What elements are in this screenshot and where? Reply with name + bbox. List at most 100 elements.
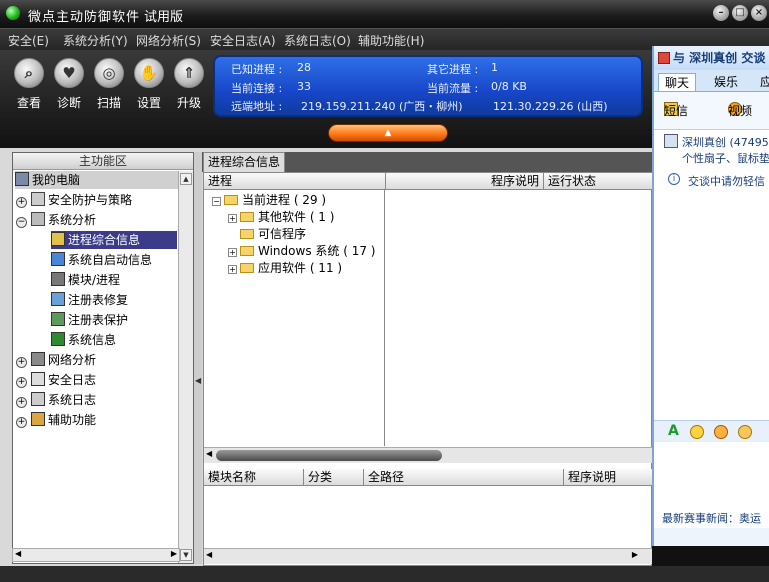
restore-button[interactable]: □ [732, 5, 748, 21]
tree-item-modules[interactable]: 模块/进程 [51, 271, 120, 289]
menu-security[interactable]: 安全(E) [8, 32, 49, 49]
tree-item-my-computer[interactable]: 我的电脑 [15, 171, 179, 189]
module-horizontal-scrollbar[interactable]: ◀ ▶ [204, 548, 652, 564]
upgrade-arrow-icon: ⇑ [174, 58, 204, 88]
tree-item-startup-info[interactable]: 系统自启动信息 [51, 251, 152, 269]
tab-process-info[interactable]: 进程综合信息 [203, 152, 285, 172]
scroll-thumb[interactable] [216, 450, 442, 461]
menu-tools[interactable]: 辅助功能(H) [358, 32, 424, 49]
tree-label: 当前进程 ( 29 ) [242, 193, 327, 207]
collapse-icon[interactable]: − [16, 217, 27, 228]
notice-text: 交谈中请勿轻信 [688, 175, 765, 188]
message-input[interactable]: 最新赛事新闻：奥运 [654, 442, 769, 528]
contact-avatar-icon [664, 134, 678, 148]
scroll-right-icon[interactable]: ▶ [632, 550, 638, 559]
sms-label: 短信 [664, 104, 689, 118]
magic-emoji-icon[interactable] [714, 425, 728, 439]
tab-entertainment[interactable]: 娱乐 [714, 73, 738, 90]
tree-label: 系统日志 [48, 393, 97, 407]
remote-address-label: 远端地址 : [231, 100, 283, 113]
scroll-left-icon[interactable]: ◀ [206, 550, 212, 559]
col-full-path[interactable]: 全路径 [364, 469, 564, 486]
hand-settings-icon: ✋ [134, 58, 164, 88]
remote-address-2: 121.30.229.26 (山西) [493, 100, 608, 113]
minimize-button[interactable]: – [713, 5, 729, 21]
process-tree-other[interactable]: + 其他软件 ( 1 ) [228, 208, 334, 226]
menu-security-log[interactable]: 安全日志(A) [210, 32, 276, 49]
folder-icon [240, 229, 254, 239]
scan-button[interactable]: ◎ 扫描 [90, 58, 128, 111]
tree-item-security-policy[interactable]: + 安全防护与策略 [16, 191, 132, 209]
settings-button[interactable]: ✋ 设置 [130, 58, 168, 111]
tree-item-process-info[interactable]: 进程综合信息 [51, 231, 177, 249]
tree-item-system-info[interactable]: 系统信息 [51, 331, 116, 349]
tab-chat[interactable]: 聊天 [658, 73, 697, 92]
left-vertical-scrollbar[interactable]: ▲ ▼ [178, 171, 193, 563]
left-horizontal-scrollbar[interactable]: ◀ ▶ [12, 548, 180, 562]
scroll-left-icon[interactable]: ◀ [206, 449, 212, 458]
tree-item-tools[interactable]: + 辅助功能 [16, 411, 96, 429]
col-category[interactable]: 分类 [304, 469, 364, 486]
menu-network-analysis[interactable]: 网络分析(S) [136, 32, 201, 49]
process-horizontal-scrollbar[interactable]: ◀ [204, 447, 652, 463]
status-bar [0, 566, 769, 582]
font-icon[interactable]: A [668, 423, 679, 439]
contact-name[interactable]: 深圳真创 (474955 [682, 134, 769, 150]
collapse-icon[interactable]: − [212, 197, 221, 206]
process-tree-root[interactable]: − 当前进程 ( 29 ) [212, 191, 326, 209]
scroll-up-icon[interactable]: ▲ [180, 173, 192, 185]
app-logo-icon [6, 6, 20, 20]
col-status[interactable]: 运行状态 [544, 173, 653, 190]
expand-icon[interactable]: + [16, 357, 27, 368]
contact-signature: 个性扇子、鼠标垫 [682, 152, 769, 165]
scroll-down-icon[interactable]: ▼ [180, 549, 192, 561]
tree-item-system-log[interactable]: + 系统日志 [16, 391, 96, 409]
process-tree-windows[interactable]: + Windows 系统 ( 17 ) [228, 242, 375, 260]
col-process[interactable]: 进程 [204, 173, 386, 190]
chat-tabs: 聊天 娱乐 应用 [654, 70, 769, 92]
shake-icon[interactable] [738, 425, 752, 439]
tree-item-network-analysis[interactable]: + 网络分析 [16, 351, 96, 369]
traffic-label: 当前流量 : [427, 82, 479, 95]
view-button[interactable]: ⌕ 查看 [10, 58, 48, 111]
tools-icon [31, 412, 45, 426]
tree-label: 模块/进程 [68, 273, 121, 287]
pane-splitter[interactable]: ◀ [194, 152, 202, 564]
process-tree-trusted[interactable]: 可信程序 [240, 225, 306, 243]
process-tree-apps[interactable]: + 应用软件 ( 11 ) [228, 259, 342, 277]
menu-system-log[interactable]: 系统日志(O) [284, 32, 351, 49]
expand-toggle-button[interactable]: ▲ [328, 124, 448, 142]
expand-icon[interactable]: + [16, 397, 27, 408]
expand-icon[interactable]: + [16, 377, 27, 388]
registry-repair-icon [51, 292, 65, 306]
module-icon [51, 272, 65, 286]
tree-item-registry-protect[interactable]: 注册表保护 [51, 311, 128, 329]
other-process-value: 1 [491, 61, 498, 74]
expand-icon[interactable]: + [228, 248, 237, 257]
tree-label: 系统分析 [48, 213, 97, 227]
scroll-right-icon[interactable]: ▶ [171, 549, 177, 558]
close-button[interactable]: × [751, 5, 767, 21]
col-description[interactable]: 程序说明 [386, 173, 544, 190]
title-bar: 微点主动防御软件 试用版 – □ × [0, 0, 769, 28]
col-module-description[interactable]: 程序说明 [564, 469, 653, 486]
collapse-left-icon[interactable]: ◀ [195, 376, 201, 385]
tree-item-registry-repair[interactable]: 注册表修复 [51, 291, 128, 309]
magnifier-icon: ⌕ [14, 58, 44, 88]
upgrade-button[interactable]: ⇑ 升级 [170, 58, 208, 111]
tab-apps[interactable]: 应用 [760, 73, 769, 90]
system-log-icon [31, 392, 45, 406]
tree-item-system-analysis[interactable]: − 系统分析 [16, 211, 96, 229]
diagnose-button[interactable]: ♥ 诊断 [50, 58, 88, 111]
expand-icon[interactable]: + [228, 265, 237, 274]
news-ticker[interactable]: 最新赛事新闻：奥运 [662, 510, 761, 526]
emoji-icon[interactable] [690, 425, 704, 439]
scroll-left-icon[interactable]: ◀ [15, 549, 21, 558]
expand-icon[interactable]: + [16, 417, 27, 428]
tree-item-security-log[interactable]: + 安全日志 [16, 371, 96, 389]
menu-system-analysis[interactable]: 系统分析(Y) [63, 32, 128, 49]
col-module-name[interactable]: 模块名称 [204, 469, 304, 486]
status-panel: 已知进程 : 28 其它进程 : 1 当前连接 : 33 当前流量 : 0/8 … [213, 55, 643, 117]
expand-icon[interactable]: + [16, 197, 27, 208]
expand-icon[interactable]: + [228, 214, 237, 223]
